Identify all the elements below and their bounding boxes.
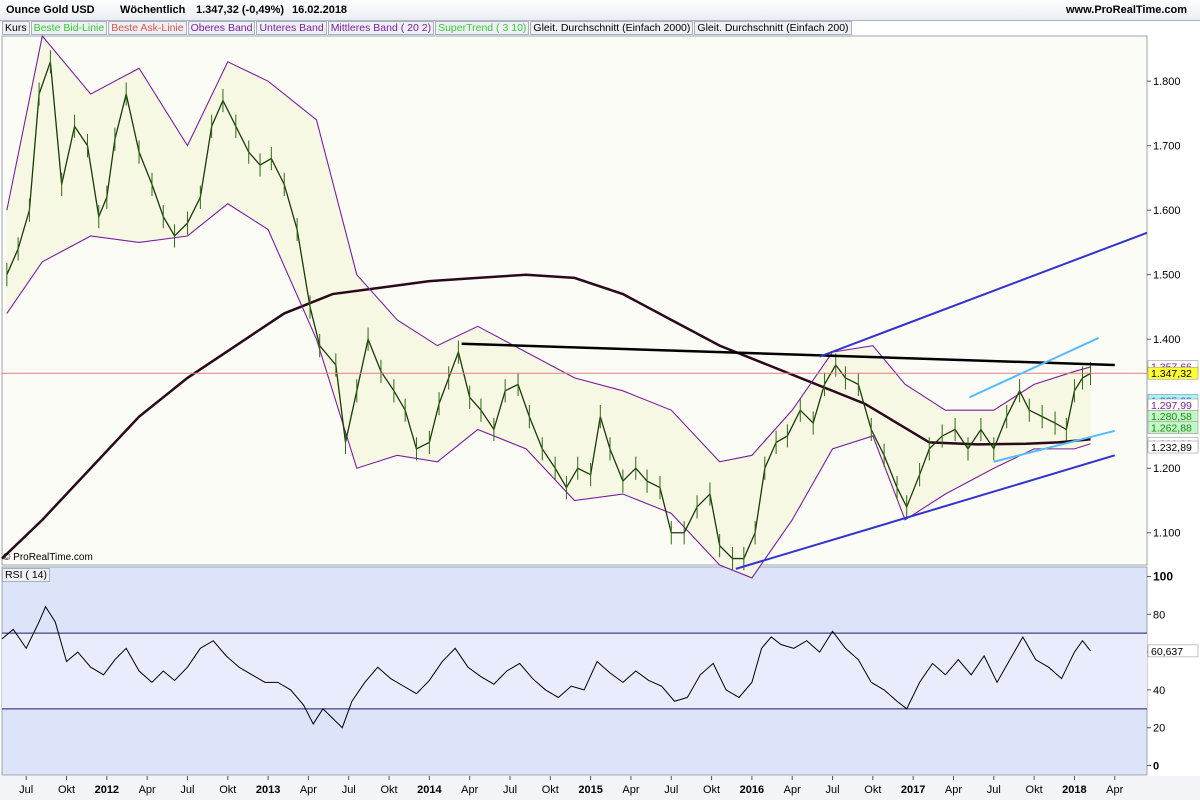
x-tick-label: Okt [58,784,75,796]
x-tick-label: Jul [180,784,194,796]
x-tick-label: Jul [342,784,356,796]
rsi-legend[interactable]: RSI ( 14) [2,568,51,582]
x-tick-label: Apr [139,784,156,796]
x-tick-label: Jul [825,784,839,796]
chart-svg[interactable]: Jul Okt 2012 Apr Jul Okt 2013 Apr Jul Okt 2014 Apr J… [0,0,1200,800]
x-tick-label: Okt [380,784,397,796]
rsi-tick-label: 20 [1153,723,1165,735]
x-tick-label: 2013 [256,784,280,796]
x-tick-label: 2014 [417,784,442,796]
x-tick-label: Jul [664,784,678,796]
price-tick-label: 1.500 [1153,270,1181,282]
x-tick-label: Jul [19,784,33,796]
rsi-tick-label: 40 [1153,685,1165,697]
price-marker-label: 1.347,32 [1151,368,1192,380]
x-tick-label: Okt [703,784,720,796]
x-tick-label: Apr [784,784,801,796]
rsi-tick-label: 80 [1153,609,1165,621]
x-tick-label: Apr [461,784,478,796]
x-tick-label: 2012 [95,784,119,796]
x-tick-label: Okt [542,784,559,796]
x-tick-label: Okt [1026,784,1043,796]
price-marker-label: 1.232,89 [1151,442,1192,454]
price-tick-label: 1.600 [1153,205,1181,217]
x-tick-label: Apr [1106,784,1123,796]
price-marker-label: 1.262,88 [1151,423,1192,435]
price-tick-label: 1.700 [1153,141,1181,153]
x-tick-label: Okt [864,784,881,796]
x-tick-label: Jul [503,784,517,796]
chart-root: Ounce Gold USD Wöchentlich 1.347,32 (-0,… [0,0,1200,800]
x-tick-label: 2018 [1062,784,1086,796]
rsi-neutral-zone [2,633,1147,709]
x-tick-label: 2017 [901,784,925,796]
x-tick-label: 2016 [740,784,764,796]
copyright-label: © ProRealTime.com [3,552,93,563]
x-tick-label: Jul [987,784,1001,796]
price-tick-label: 1.200 [1153,463,1181,475]
price-tick-label: 1.800 [1153,76,1181,88]
price-tick-label: 1.100 [1153,528,1181,540]
rsi-tick-label: 0 [1153,761,1159,773]
rsi-tick-label: 100 [1153,569,1173,583]
price-tick-label: 1.400 [1153,334,1181,346]
x-tick-label: Apr [945,784,962,796]
x-tick-label: Apr [622,784,639,796]
x-tick-label: Okt [219,784,236,796]
x-tick-label: Apr [300,784,317,796]
rsi-current-label: 60,637 [1151,646,1183,658]
x-tick-label: 2015 [578,784,602,796]
